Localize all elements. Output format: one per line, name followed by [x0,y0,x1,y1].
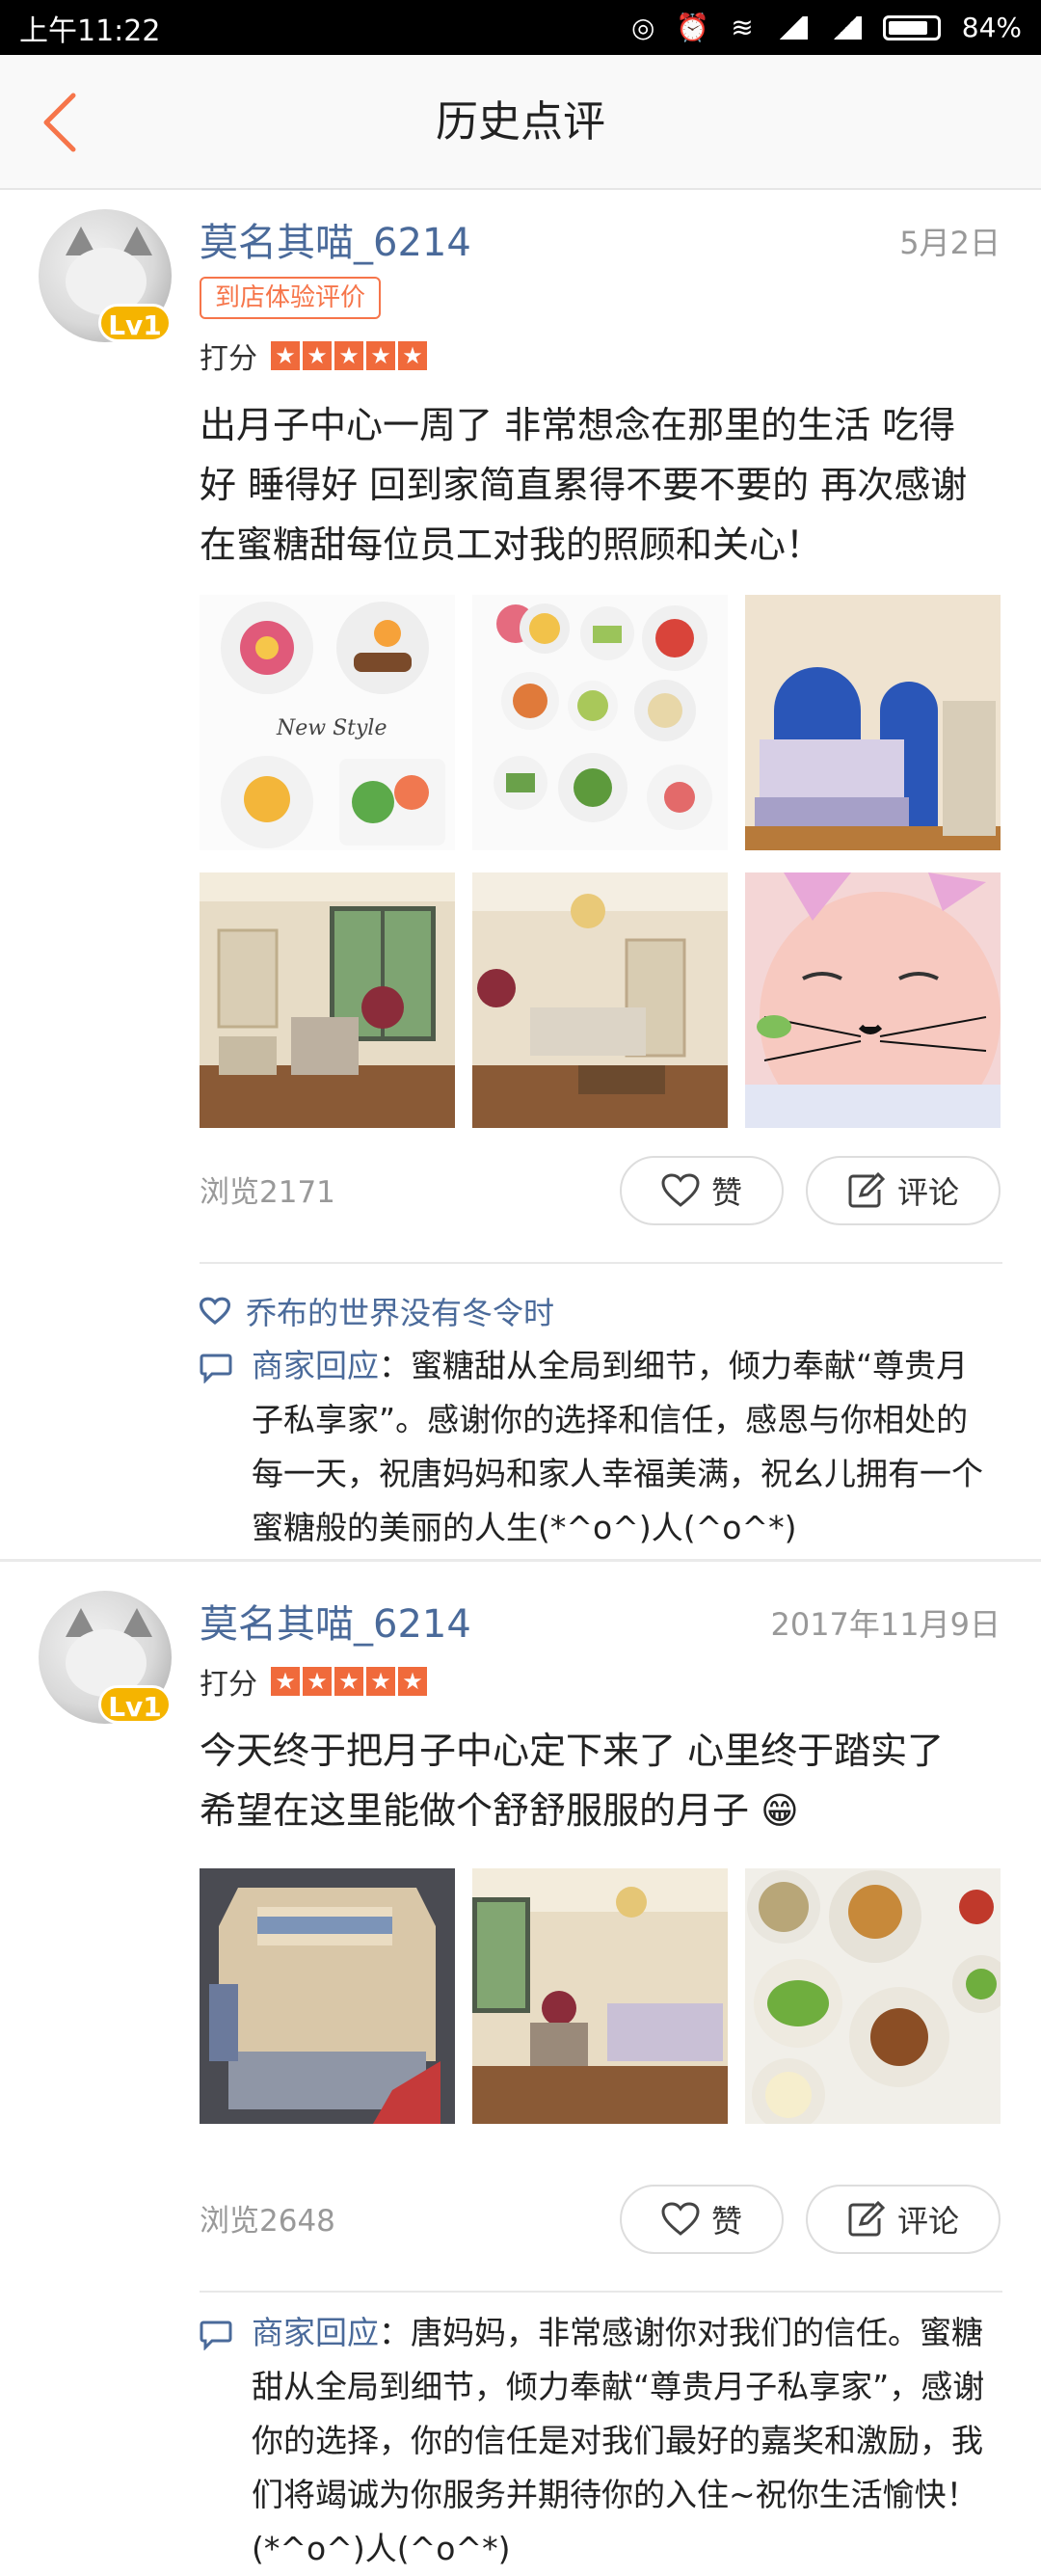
review-text: 今天终于把月子中心定下来了 心里终于踏实了 希望在这里能做个舒舒服服的月子 😁 [200,1730,945,1832]
page-title: 历史点评 [436,97,605,147]
username[interactable]: 莫名其喵_6214 [200,1593,471,1649]
comment-button[interactable]: 评论 [806,2185,1001,2254]
review-type-tag: 到店体验评价 [200,277,382,319]
liker-row[interactable]: 乔布的世界没有冬令时 [200,1289,554,1333]
battery-percent: 84% [961,12,1022,43]
merchant-reply: 商家回应：唐妈妈，非常感谢你对我们的信任。蜜糖甜从全局到细节，倾力奉献“尊贵月子… [200,2306,1000,2576]
review-photo[interactable] [200,872,455,1128]
star-icon: ★ [271,341,300,370]
review-photo[interactable] [745,872,1001,1128]
view-count: 浏览2648 [200,2204,335,2239]
like-button[interactable]: 赞 [620,2185,784,2254]
edit-icon [848,2201,886,2237]
reply-label: 商家回应 [252,1347,379,1384]
reply-label: 商家回应 [252,2314,379,2351]
star-icon: ★ [334,1667,363,1696]
star-icon: ★ [398,1667,427,1696]
merchant-reply: 商家回应：蜜糖甜从全局到细节，倾力奉献“尊贵月子私享家”。感谢你的选择和信任，感… [200,1339,1000,1555]
heart-icon [200,1297,230,1326]
star-icon: ★ [366,1667,395,1696]
photo-caption: New Style [276,716,387,740]
review-photo[interactable] [472,872,728,1128]
star-icon: ★ [334,341,363,370]
review-photo[interactable] [745,595,1001,850]
wifi-icon: ≋ [731,12,754,43]
edit-icon [848,1172,886,1208]
review-card: Lv1 莫名其喵_6214 5月2日 到店体验评价 打分 ★ ★ ★ ★ ★ 出… [0,190,1041,1559]
review-date: 2017年11月9日 [770,1606,1001,1643]
view-count: 浏览2171 [200,1175,335,1210]
status-bar: 上午11:22 ◎ ⏰ ≋ 84% [0,0,1041,55]
comment-button[interactable]: 评论 [806,1156,1001,1225]
status-time: 上午11:22 [19,13,161,48]
liker-name[interactable]: 乔布的世界没有冬令时 [246,1289,554,1333]
review-text: 出月子中心一周了 非常想念在那里的生活 吃得好 睡得好 回到家简直累得不要不要的… [200,404,968,566]
signal-icon [774,15,808,40]
vpn-icon: ◎ [630,12,655,43]
divider [200,1262,1002,1264]
chat-bubble-icon [200,2321,232,2350]
nav-bar: 历史点评 [0,55,1041,190]
alarm-icon: ⏰ [676,12,710,43]
star-icon: ★ [303,1667,332,1696]
review-photo[interactable] [472,1868,728,2124]
star-icon: ★ [366,341,395,370]
star-icon: ★ [398,341,427,370]
level-badge: Lv1 [98,1685,172,1724]
signal-2-icon [828,15,862,40]
review-date: 5月2日 [899,225,1001,261]
divider [200,2291,1002,2293]
heart-icon [661,1173,700,1207]
rating: 打分 ★ ★ ★ ★ ★ [200,335,427,377]
rating: 打分 ★ ★ ★ ★ ★ [200,1660,427,1703]
review-photo[interactable]: New Style [200,595,455,850]
review-photo[interactable] [745,1868,1001,2124]
username[interactable]: 莫名其喵_6214 [200,211,471,267]
rating-label: 打分 [200,342,257,376]
review-card: Lv1 莫名其喵_6214 2017年11月9日 打分 ★ ★ ★ ★ ★ 今天… [0,1562,1041,2567]
heart-icon [661,2202,700,2236]
level-badge: Lv1 [98,304,172,342]
star-icon: ★ [303,341,332,370]
chat-bubble-icon [200,1354,232,1383]
like-button[interactable]: 赞 [620,1156,784,1225]
review-photo[interactable] [200,1868,455,2124]
comment-label: 评论 [896,1174,959,1211]
star-rating: ★ ★ ★ ★ ★ [271,341,427,370]
star-icon: ★ [271,1667,300,1696]
like-label: 赞 [710,2203,742,2240]
reply-text: ：唐妈妈，非常感谢你对我们的信任。蜜糖甜从全局到细节，倾力奉献“尊贵月子私享家”… [252,2314,985,2567]
like-label: 赞 [710,1174,742,1211]
rating-label: 打分 [200,1668,257,1702]
battery-icon [882,14,941,40]
comment-label: 评论 [896,2203,959,2240]
review-photo[interactable] [472,595,728,850]
star-rating: ★ ★ ★ ★ ★ [271,1667,427,1696]
